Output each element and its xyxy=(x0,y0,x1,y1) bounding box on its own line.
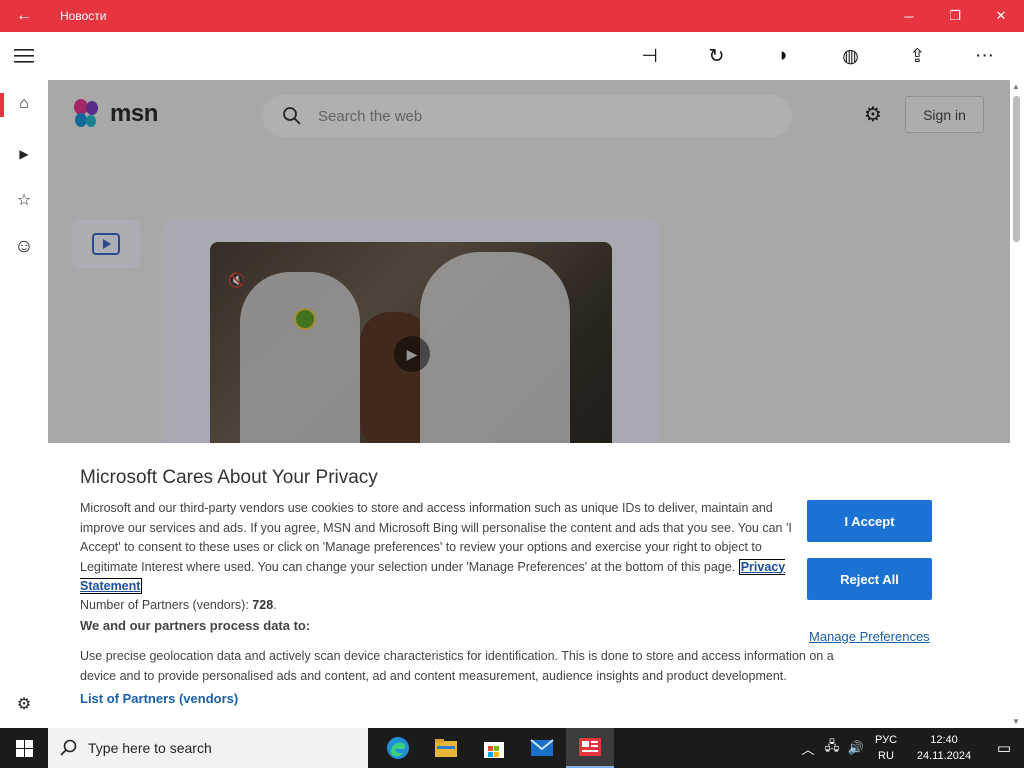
taskbar-app-edge[interactable] xyxy=(374,728,422,768)
volume-icon[interactable]: 🔊 xyxy=(844,740,868,756)
partners-count-line: Number of Partners (vendors): 728. xyxy=(80,598,277,612)
scroll-thumb[interactable] xyxy=(1013,96,1020,242)
reject-all-button[interactable]: Reject All xyxy=(807,558,932,600)
tray-chevron-icon[interactable]: ︿ xyxy=(796,739,820,758)
theme-button[interactable]: ◗ xyxy=(750,32,817,80)
partners-count: 728 xyxy=(252,598,274,612)
restore-button[interactable]: ❐ xyxy=(932,0,978,32)
share-button[interactable]: ⇪ xyxy=(884,32,951,80)
partners-suffix: . xyxy=(273,598,277,612)
system-tray: ︿ 🖧 🔊 РУС RU 12:40 24.11.2024 ▭ xyxy=(796,728,1024,768)
language-button[interactable]: ◍ xyxy=(817,32,884,80)
store-icon xyxy=(484,742,504,758)
gear-icon: ⚙ xyxy=(16,696,32,713)
pin-button[interactable]: ⊣ xyxy=(616,32,683,80)
language-code: РУС xyxy=(874,734,898,746)
active-indicator xyxy=(0,93,4,117)
more-button[interactable]: ··· xyxy=(951,32,1018,80)
news-icon xyxy=(579,738,601,756)
home-icon: ⌂ xyxy=(19,95,29,112)
refresh-button[interactable]: ↻ xyxy=(683,32,750,80)
window-controls: ─ ❐ ✕ xyxy=(886,0,1024,32)
windows-taskbar: Type here to search ︿ 🖧 🔊 РУС RU 12:40 2… xyxy=(0,728,1024,768)
taskbar-clock[interactable]: 12:40 24.11.2024 xyxy=(904,732,984,764)
privacy-body: Microsoft and our third-party vendors us… xyxy=(80,499,805,597)
nav-item-video[interactable]: ▶ xyxy=(0,131,48,177)
accept-button[interactable]: I Accept xyxy=(807,500,932,542)
globe-icon: ◍ xyxy=(842,45,859,67)
privacy-heading: Microsoft Cares About Your Privacy xyxy=(80,467,378,488)
minimize-button[interactable]: ─ xyxy=(886,0,932,32)
process-title: We and our partners process data to: xyxy=(80,618,311,633)
more-icon: ··· xyxy=(975,45,994,66)
vertical-scrollbar[interactable]: ▲ ▼ xyxy=(1010,80,1024,728)
taskbar-search-box[interactable]: Type here to search xyxy=(48,728,368,768)
hamburger-icon xyxy=(14,49,34,63)
input-language-indicator[interactable]: РУС RU xyxy=(868,732,904,764)
mail-icon xyxy=(530,739,554,756)
nav-item-favorites[interactable]: ☆ xyxy=(0,177,48,223)
back-arrow-icon: ← xyxy=(16,7,32,24)
taskbar-app-mail[interactable] xyxy=(518,728,566,768)
scroll-down-icon[interactable]: ▼ xyxy=(1012,717,1020,726)
privacy-body-text: Microsoft and our third-party vendors us… xyxy=(80,501,792,574)
scroll-up-icon[interactable]: ▲ xyxy=(1012,82,1020,91)
menu-button[interactable] xyxy=(0,32,48,80)
keyboard-layout: RU xyxy=(878,750,894,762)
back-button[interactable]: ← xyxy=(0,0,48,32)
process-text: Use precise geolocation data and activel… xyxy=(80,649,834,683)
notification-icon[interactable]: ▭ xyxy=(984,739,1024,757)
moon-icon: ◗ xyxy=(777,45,790,66)
nav-item-home[interactable]: ⌂ xyxy=(0,81,48,127)
clock-time: 12:40 xyxy=(930,734,958,746)
partners-label: Number of Partners (vendors): xyxy=(80,598,249,612)
start-button[interactable] xyxy=(0,728,48,768)
nav-settings-button[interactable]: ⚙ xyxy=(0,681,48,727)
clock-date: 24.11.2024 xyxy=(916,750,972,762)
manage-preferences-link[interactable]: Manage Preferences xyxy=(809,629,930,644)
modal-overlay xyxy=(48,80,1010,443)
nav-item-fun[interactable]: ☺ xyxy=(0,224,48,270)
folder-icon xyxy=(435,739,457,757)
partners-list-link[interactable]: List of Partners (vendors) xyxy=(80,691,238,706)
taskbar-app-store[interactable] xyxy=(470,728,518,768)
video-icon: ▶ xyxy=(19,147,29,161)
refresh-icon: ↻ xyxy=(708,45,725,67)
taskbar-app-explorer[interactable] xyxy=(422,728,470,768)
star-list-icon: ☆ xyxy=(16,192,32,209)
search-icon xyxy=(60,739,77,756)
windows-logo-icon xyxy=(15,739,33,757)
taskbar-search-placeholder: Type here to search xyxy=(88,740,212,756)
nav-rail: ⌂ ▶ ☆ ☺ ⚙ xyxy=(0,80,48,728)
title-bar: ← Новости ─ ❐ ✕ xyxy=(0,0,1024,32)
edge-icon xyxy=(387,737,409,759)
close-button[interactable]: ✕ xyxy=(978,0,1024,32)
privacy-consent-dialog: Microsoft Cares About Your Privacy Micro… xyxy=(48,443,1010,728)
app-window: ← Новости ─ ❐ ✕ ⊣ ↻ ◗ ◍ ⇪ ··· ⌂ ▶ ☆ ☺ ⚙ … xyxy=(0,0,1024,768)
toolbar-actions: ⊣ ↻ ◗ ◍ ⇪ ··· xyxy=(616,32,1018,80)
pin-icon: ⊣ xyxy=(641,45,658,67)
msn-webview: msn Search the web ⚙ Sign in 🔇 ▶ Microso… xyxy=(48,80,1010,728)
app-toolbar: ⊣ ↻ ◗ ◍ ⇪ ··· xyxy=(0,32,1024,80)
share-icon: ⇪ xyxy=(909,45,926,67)
network-icon[interactable]: 🖧 xyxy=(820,737,844,759)
smiley-icon: ☺ xyxy=(14,236,34,257)
taskbar-app-news[interactable] xyxy=(566,728,614,768)
window-title: Новости xyxy=(60,9,107,23)
